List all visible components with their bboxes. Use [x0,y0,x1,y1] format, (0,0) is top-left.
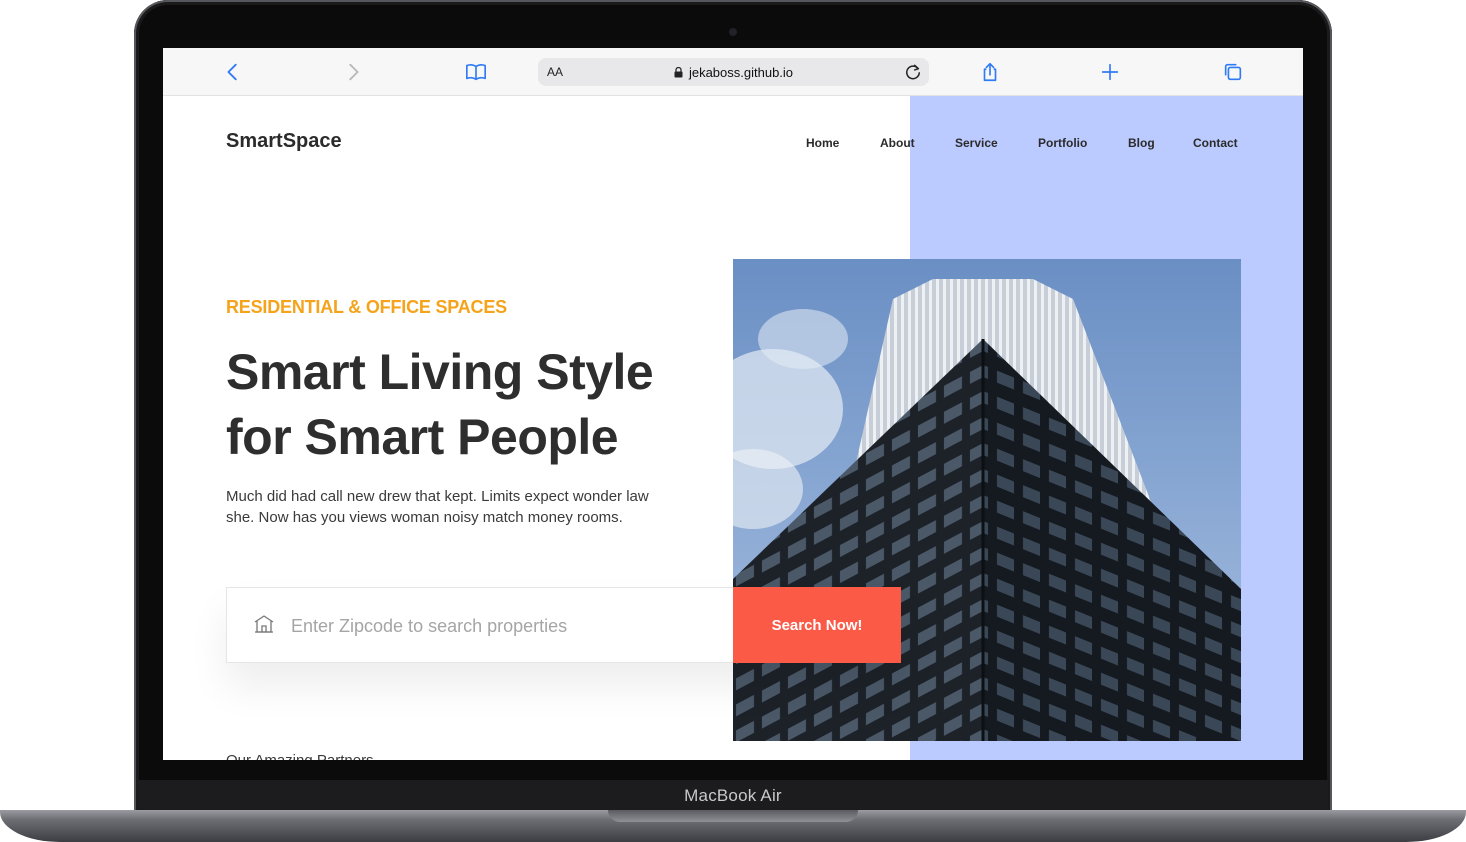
browser-toolbar: AA jekaboss.github.io [163,48,1303,96]
nav-home[interactable]: Home [806,136,839,150]
address-bar[interactable]: AA jekaboss.github.io [538,58,929,86]
partners-heading: Our Amazing Partners [226,752,374,760]
house-icon [254,615,274,633]
brand-logo[interactable]: SmartSpace [226,130,342,153]
device-label: MacBook Air [684,786,782,805]
hero-description: Much did had call new drew that kept. Li… [226,488,649,526]
nav-about[interactable]: About [880,136,915,150]
search-now-button[interactable]: Search Now! [733,587,901,663]
share-icon[interactable] [978,60,1002,84]
nav-portfolio[interactable]: Portfolio [1038,136,1087,150]
plus-icon[interactable] [1098,60,1122,84]
hero-title: Smart Living Style for Smart People [226,340,706,470]
camera [729,28,737,36]
chevron-right-icon[interactable] [341,60,365,84]
zipcode-search-input[interactable] [291,610,721,642]
lock-icon [674,67,683,78]
reload-icon[interactable] [903,62,923,82]
chevron-left-icon[interactable] [221,60,245,84]
web-page: SmartSpace Home About Service Portfolio … [163,96,1303,760]
nav-contact[interactable]: Contact [1193,136,1238,150]
url-text: jekaboss.github.io [688,65,794,80]
url-display[interactable]: jekaboss.github.io [538,65,929,80]
tabs-icon[interactable] [1221,60,1245,84]
hero-building-image [733,259,1241,741]
hero-eyebrow: RESIDENTIAL & OFFICE SPACES [226,297,507,317]
laptop-notch [608,810,858,822]
hero-title-line1: Smart Living Style [226,344,654,400]
book-icon[interactable] [464,60,488,84]
screen: AA jekaboss.github.io SmartSpace Home Ab… [163,48,1303,760]
nav-service[interactable]: Service [955,136,998,150]
hero-title-line2: for Smart People [226,409,619,465]
nav-blog[interactable]: Blog [1128,136,1155,150]
